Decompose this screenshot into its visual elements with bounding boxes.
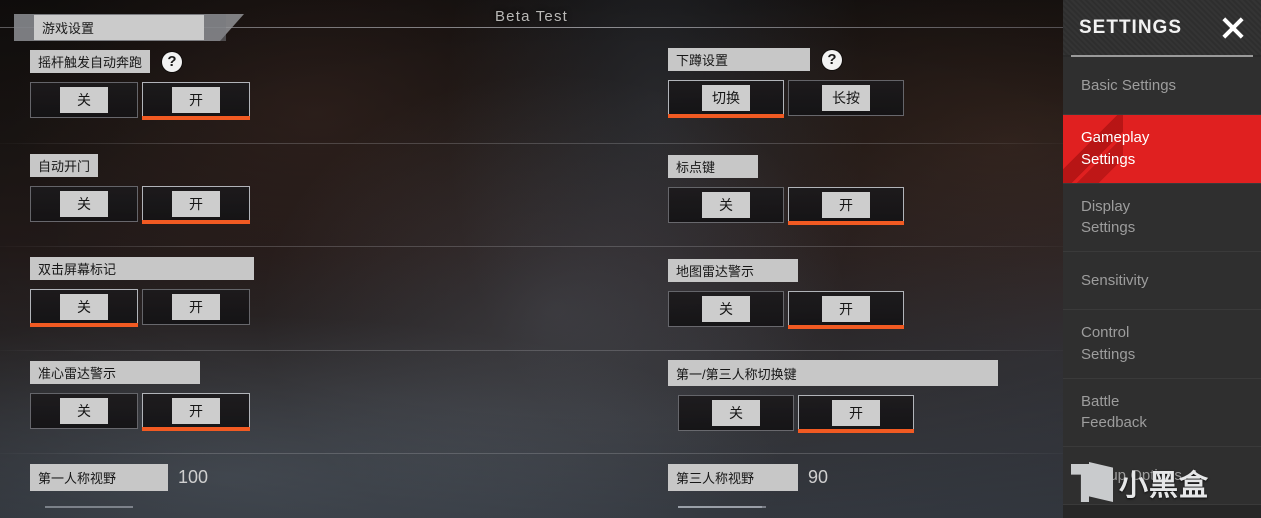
setting-row-double-tap-mark: 双击屏幕标记 关 开 bbox=[30, 257, 254, 327]
setting-row-ping-key: 标点键 关 开 bbox=[668, 155, 904, 225]
setting-label: 双击屏幕标记 bbox=[30, 257, 254, 280]
option-label: 关 bbox=[60, 294, 108, 320]
watermark-text: 小黑盒 bbox=[1119, 470, 1210, 502]
sidebar-item-label: Battle Feedback bbox=[1081, 392, 1147, 432]
option-label: 切换 bbox=[702, 85, 750, 111]
option-off[interactable]: 关 bbox=[678, 395, 794, 431]
option-hold[interactable]: 长按 bbox=[788, 80, 904, 116]
option-label: 关 bbox=[712, 400, 760, 426]
setting-row-first-person-fov: 第一人称视野 100 bbox=[30, 464, 766, 508]
option-label: 开 bbox=[172, 87, 220, 113]
sidebar-item-label: Gameplay Settings bbox=[1081, 129, 1150, 168]
option-off[interactable]: 关 bbox=[668, 187, 784, 223]
option-toggle[interactable]: 切换 bbox=[668, 80, 784, 118]
row-divider bbox=[0, 143, 1063, 144]
setting-label: 下蹲设置 bbox=[668, 48, 810, 71]
option-label: 开 bbox=[172, 294, 220, 320]
setting-row-joystick-autorun: 摇杆触发自动奔跑 ? 关 开 bbox=[30, 50, 250, 120]
option-label: 长按 bbox=[822, 85, 870, 111]
sidebar-item-gameplay-settings[interactable]: Gameplay Settings bbox=[1063, 115, 1261, 184]
option-on[interactable]: 开 bbox=[142, 186, 250, 224]
setting-label: 第一/第三人称切换键 bbox=[668, 360, 998, 386]
sidebar-item-label: Control Settings bbox=[1081, 324, 1136, 363]
sidebar-item-label: Basic Settings bbox=[1081, 76, 1177, 94]
option-label: 开 bbox=[832, 400, 880, 426]
sidebar-item-sensitivity[interactable]: Sensitivity bbox=[1063, 252, 1261, 310]
option-on[interactable]: 开 bbox=[788, 187, 904, 225]
close-x-icon[interactable] bbox=[1217, 13, 1247, 43]
watermark: 小黑盒 bbox=[1069, 456, 1255, 510]
option-off[interactable]: 关 bbox=[668, 291, 784, 327]
option-label: 关 bbox=[60, 191, 108, 217]
option-label: 关 bbox=[702, 296, 750, 322]
help-icon[interactable]: ? bbox=[162, 51, 183, 72]
option-on[interactable]: 开 bbox=[142, 393, 250, 431]
option-on[interactable]: 开 bbox=[142, 82, 250, 120]
sidebar-title: SETTINGS bbox=[1079, 16, 1183, 38]
setting-row-person-view-switch-key: 第一/第三人称切换键 关 开 bbox=[668, 360, 998, 433]
hei-he-logo-icon bbox=[1069, 462, 1115, 504]
sidebar-item-control-settings[interactable]: Control Settings bbox=[1063, 310, 1261, 379]
help-icon[interactable]: ? bbox=[822, 49, 842, 70]
option-label: 关 bbox=[60, 398, 108, 424]
option-off[interactable]: 关 bbox=[30, 289, 138, 327]
option-label: 关 bbox=[702, 192, 750, 218]
sidebar-item-battle-feedback[interactable]: Battle Feedback bbox=[1063, 378, 1261, 447]
option-label: 开 bbox=[822, 296, 870, 322]
sidebar-item-label: Sensitivity bbox=[1081, 271, 1149, 289]
option-off[interactable]: 关 bbox=[30, 393, 138, 429]
setting-label: 第一人称视野 bbox=[30, 464, 168, 491]
slider-value: 100 bbox=[178, 467, 209, 487]
slider-value: 90 bbox=[808, 467, 829, 487]
setting-row-crosshair-radar-warning: 准心雷达警示 关 开 bbox=[30, 361, 250, 431]
sidebar-item-label: Display Settings bbox=[1081, 197, 1136, 237]
sidebar-item-basic-settings[interactable]: Basic Settings bbox=[1063, 57, 1261, 115]
setting-label: 第三人称视野 bbox=[668, 464, 798, 491]
setting-label: 准心雷达警示 bbox=[30, 361, 200, 384]
setting-row-auto-open-door: 自动开门 关 开 bbox=[30, 154, 250, 224]
sidebar-header: SETTINGS bbox=[1063, 0, 1261, 55]
settings-panel: 摇杆触发自动奔跑 ? 关 开 自动开门 关 开 双击屏幕标记 关 开 准心雷达警… bbox=[0, 30, 1063, 518]
option-on[interactable]: 开 bbox=[798, 395, 914, 433]
option-label: 关 bbox=[60, 87, 108, 113]
option-label: 开 bbox=[172, 398, 220, 424]
setting-row-crouch: 下蹲设置 ? 切换 长按 bbox=[668, 48, 904, 118]
setting-row-map-radar-warning: 地图雷达警示 关 开 bbox=[668, 259, 904, 329]
option-on[interactable]: 开 bbox=[788, 291, 904, 329]
row-divider bbox=[0, 246, 1063, 247]
setting-label: 地图雷达警示 bbox=[668, 259, 798, 282]
sidebar-item-display-settings[interactable]: Display Settings bbox=[1063, 183, 1261, 252]
setting-label: 摇杆触发自动奔跑 bbox=[30, 50, 151, 73]
option-label: 开 bbox=[172, 191, 220, 217]
option-off[interactable]: 关 bbox=[30, 186, 138, 222]
option-off[interactable]: 关 bbox=[30, 82, 138, 118]
setting-label: 自动开门 bbox=[30, 154, 99, 177]
setting-row-third-person-fov: 第三人称视野 90 bbox=[668, 464, 829, 508]
option-label: 开 bbox=[822, 192, 870, 218]
row-divider bbox=[0, 350, 1063, 351]
settings-sidebar: SETTINGS Basic Settings Gameplay Settings… bbox=[1063, 0, 1261, 518]
row-divider bbox=[0, 453, 1063, 454]
option-on[interactable]: 开 bbox=[142, 289, 250, 325]
setting-label: 标点键 bbox=[668, 155, 758, 178]
